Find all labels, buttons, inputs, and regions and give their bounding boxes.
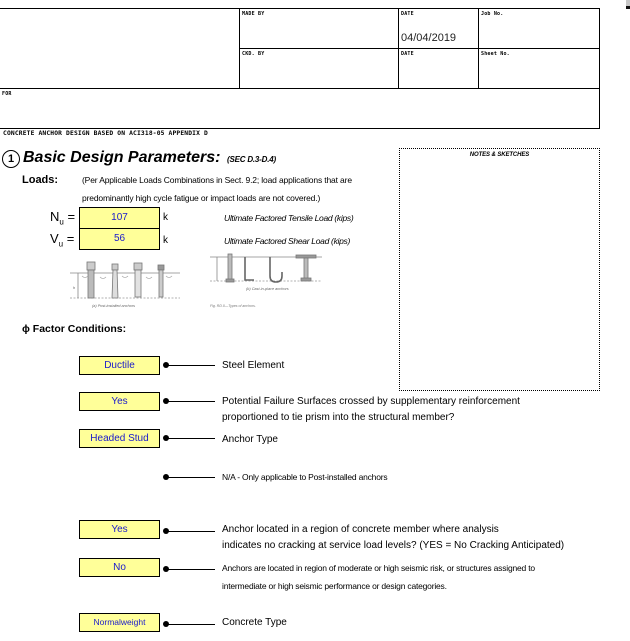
caption-post-installed: (a) Post-installed anchors <box>92 304 135 308</box>
nu-label: Nu = <box>50 209 75 227</box>
connector <box>163 621 215 627</box>
leader-line <box>167 623 215 625</box>
post-installed-note: N/A - Only applicable to Post-installed … <box>222 472 388 482</box>
window-edge-marker <box>626 0 630 9</box>
steel-element-select[interactable]: Ductile <box>79 356 160 375</box>
nu-subscript: u <box>59 217 64 227</box>
date-label: DATE <box>401 11 414 17</box>
caption-figure: Fig. RD.0—Types of anchors. <box>210 304 256 308</box>
section-reference: (SEC D.3-D.4) <box>227 155 276 164</box>
cast-in-place-anchors-illustration <box>210 253 322 283</box>
section-title: Basic Design Parameters: <box>23 149 221 166</box>
anchor-type-label: Anchor Type <box>222 434 278 445</box>
title-block-top-border <box>0 8 600 9</box>
seismic-region-label-line2: intermediate or high seismic performance… <box>222 581 447 591</box>
vu-description: Ultimate Factored Shear Load (kips) <box>224 236 351 246</box>
title-block-bottom-border <box>0 128 600 129</box>
vu-subscript: u <box>58 239 64 249</box>
seismic-region-select[interactable]: No <box>79 558 160 577</box>
notes-sketches-box[interactable]: NOTES & SKETCHES <box>399 148 600 391</box>
connector <box>163 528 215 534</box>
vu-symbol: V <box>50 231 59 246</box>
concrete-type-label: Concrete Type <box>222 617 287 628</box>
factor-conditions-heading: ϕ Factor Conditions: <box>22 323 127 335</box>
loads-note-line2: predominantly high cycle fatigue or impa… <box>82 193 321 203</box>
leader-line <box>167 476 215 478</box>
vu-equals: = <box>66 231 75 246</box>
date-label-2: DATE <box>401 51 414 57</box>
loads-label: Loads: <box>22 174 59 186</box>
title-block-divider <box>239 48 600 49</box>
sheet-no-label: Sheet No. <box>481 51 510 57</box>
connector <box>163 398 215 404</box>
caption-cast-in-place: (b) Cast-in-place anchors <box>246 287 289 291</box>
connector <box>163 435 215 441</box>
connector <box>163 566 215 572</box>
title-block-divider <box>398 8 399 88</box>
job-no-label: Job No. <box>481 11 504 17</box>
steel-element-label: Steel Element <box>222 360 285 371</box>
anchor-types-figure: h (a) Post-installed anchors (b) Cast-in… <box>70 253 322 308</box>
notes-title: NOTES & SKETCHES <box>469 152 530 158</box>
title-block-right-border <box>599 8 600 129</box>
vu-label: Vu = <box>50 231 74 249</box>
ckd-by-label: CKD. BY <box>242 51 265 57</box>
leader-line <box>167 437 215 439</box>
leader-line <box>167 568 215 570</box>
vu-input[interactable]: 56 <box>79 228 160 250</box>
sheet-title: CONCRETE ANCHOR DESIGN BASED ON ACI318-0… <box>3 130 208 137</box>
connector <box>163 474 215 480</box>
supplementary-reinforcement-label-line1: Potential Failure Surfaces crossed by su… <box>222 396 520 407</box>
post-installed-anchors-illustration: h <box>70 261 180 299</box>
no-cracking-label-line2: indicates no cracking at service load le… <box>222 540 565 551</box>
made-by-label: MADE BY <box>242 11 265 17</box>
seismic-region-label-line1: Anchors are located in region of moderat… <box>222 563 535 573</box>
no-cracking-select[interactable]: Yes <box>79 520 160 539</box>
hef-label-a: h <box>73 285 75 290</box>
leader-line <box>167 530 215 532</box>
supplementary-reinforcement-select[interactable]: Yes <box>79 392 160 411</box>
title-block-divider <box>0 88 600 89</box>
for-label: FOR <box>2 91 12 97</box>
leader-line <box>167 400 215 402</box>
supplementary-reinforcement-label-line2: proportioned to tie prism into the struc… <box>222 412 455 423</box>
nu-description: Ultimate Factored Tensile Load (kips) <box>224 213 354 223</box>
loads-note-line1: (Per Applicable Loads Combinations in Se… <box>82 175 352 185</box>
nu-unit: k <box>163 212 168 223</box>
connector <box>163 362 215 368</box>
section-number-badge: 1 <box>2 150 20 168</box>
nu-equals: = <box>67 209 76 224</box>
no-cracking-label-line1: Anchor located in a region of concrete m… <box>222 524 499 535</box>
title-block-divider <box>478 8 479 88</box>
leader-line <box>167 364 215 366</box>
concrete-type-select[interactable]: Normalweight <box>79 613 160 632</box>
nu-symbol: N <box>50 209 60 224</box>
date-value[interactable]: 04/04/2019 <box>401 32 456 44</box>
anchor-type-select[interactable]: Headed Stud <box>79 429 160 448</box>
nu-input[interactable]: 107 <box>79 207 160 229</box>
title-block-divider <box>239 8 240 88</box>
vu-unit: k <box>163 235 168 246</box>
